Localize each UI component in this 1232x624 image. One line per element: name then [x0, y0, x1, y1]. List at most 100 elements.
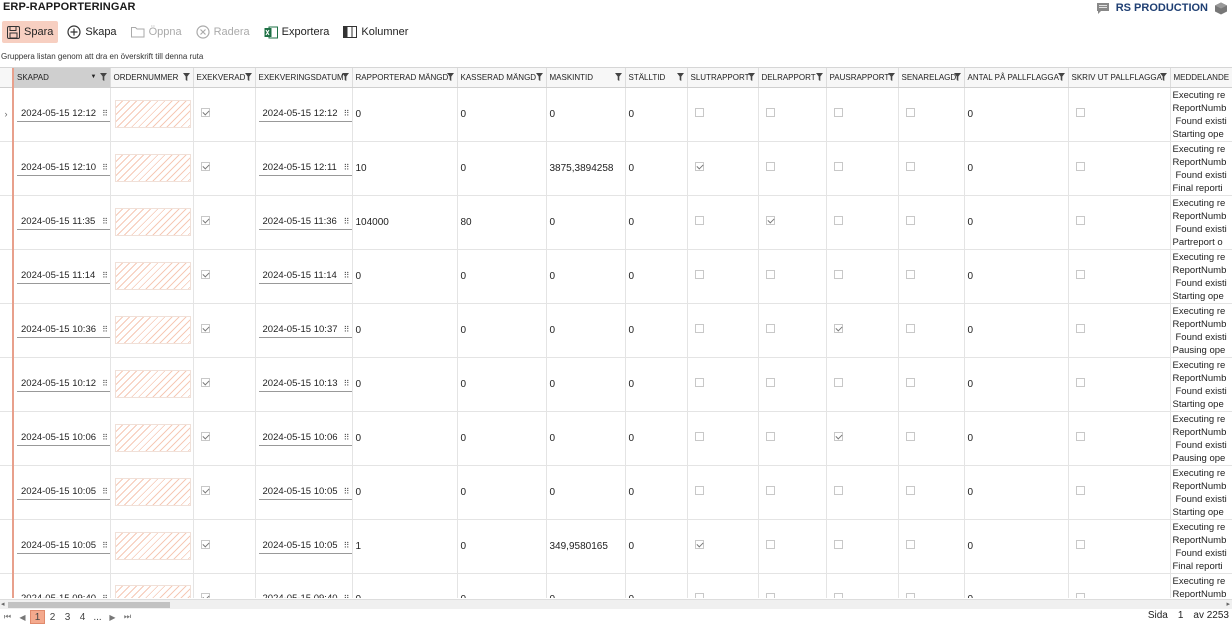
filter-icon[interactable] [1057, 73, 1065, 81]
cell-maskintid[interactable]: 0 [546, 195, 626, 250]
header-antal-pallflagga[interactable]: ANTAL PÅ PALLFLAGGA [964, 68, 1069, 88]
cell-skriv-ut-pallflagga[interactable] [1068, 87, 1171, 142]
senarelagd-checkbox[interactable] [905, 593, 915, 598]
cell-stalltid[interactable]: 0 [625, 87, 688, 142]
cell-skapad[interactable]: 2024-05-15 10:06 ⠿ [13, 411, 111, 466]
row-indicator[interactable] [0, 357, 14, 412]
date-field[interactable]: 2024-05-15 11:36 ⠿ [258, 214, 351, 230]
cell-stalltid[interactable]: 0 [625, 465, 688, 520]
cell-skapad[interactable]: 2024-05-15 10:12 ⠿ [13, 357, 111, 412]
date-field[interactable]: 2024-05-15 09:40 ⠿ [17, 591, 109, 598]
cell-delrapport[interactable] [758, 465, 827, 520]
cell-antal-pallflagga[interactable]: 0 [964, 465, 1069, 520]
cell-pausrapport[interactable] [826, 249, 899, 304]
export-button[interactable]: Exportera [259, 21, 335, 43]
cell-pausrapport[interactable] [826, 573, 899, 598]
cell-skapad[interactable]: 2024-05-15 09:40 ⠿ [13, 573, 111, 598]
skriv-checkbox[interactable] [1075, 324, 1085, 333]
exekverad-checkbox[interactable] [200, 162, 210, 171]
exekverad-checkbox[interactable] [200, 270, 210, 279]
filter-icon[interactable] [244, 73, 252, 81]
scroll-right-icon[interactable]: ▸ [1226, 600, 1230, 608]
cell-pausrapport[interactable] [826, 303, 899, 358]
cell-exekverad[interactable] [193, 573, 256, 598]
pausrapport-checkbox[interactable] [833, 216, 843, 225]
exekverad-checkbox[interactable] [200, 108, 210, 117]
date-field[interactable]: 2024-05-15 10:13 ⠿ [258, 376, 351, 392]
cell-senarelagd[interactable] [898, 519, 965, 574]
cell-ordernummer[interactable] [110, 195, 194, 250]
cell-skapad[interactable]: 2024-05-15 12:12 ⠿ [13, 87, 111, 142]
table-row[interactable]: 2024-05-15 11:14 ⠿ 2024-05-15 11:14 ⠿ 0 0 0 0 0 E… [0, 249, 1232, 304]
cell-exekveringsdatum[interactable]: 2024-05-15 10:06 ⠿ [255, 411, 353, 466]
calendar-icon[interactable]: ⠿ [344, 271, 350, 280]
cell-slutrapport[interactable] [687, 411, 759, 466]
cell-delrapport[interactable] [758, 573, 827, 598]
filter-icon[interactable] [446, 73, 454, 81]
table-row[interactable]: 2024-05-15 11:35 ⠿ 2024-05-15 11:36 ⠿ 104000… [0, 195, 1232, 250]
calendar-icon[interactable]: ⠿ [344, 541, 350, 550]
cell-ordernummer[interactable] [110, 141, 194, 196]
row-indicator[interactable] [0, 465, 14, 520]
cell-maskintid[interactable]: 0 [546, 465, 626, 520]
cell-meddelande[interactable]: Executing re ReportNumb Found existi Starti… [1170, 249, 1232, 304]
cell-kasserad[interactable]: 0 [457, 87, 547, 142]
cell-kasserad[interactable]: 0 [457, 573, 547, 598]
table-row[interactable]: 2024-05-15 10:05 ⠿ 2024-05-15 10:05 ⠿ 0 0 0 0 0 E… [0, 465, 1232, 520]
cell-maskintid[interactable]: 0 [546, 87, 626, 142]
cell-delrapport[interactable] [758, 357, 827, 412]
senarelagd-checkbox[interactable] [905, 324, 915, 333]
cell-ordernummer[interactable] [110, 87, 194, 142]
date-field[interactable]: 2024-05-15 10:05 ⠿ [258, 484, 351, 500]
cell-pausrapport[interactable] [826, 465, 899, 520]
cell-maskintid[interactable]: 0 [546, 303, 626, 358]
cell-slutrapport[interactable] [687, 357, 759, 412]
cube-icon[interactable] [1214, 2, 1228, 15]
cell-antal-pallflagga[interactable]: 0 [964, 573, 1069, 598]
date-field[interactable]: 2024-05-15 10:06 ⠿ [258, 430, 351, 446]
date-field[interactable]: 2024-05-15 11:35 ⠿ [17, 214, 109, 230]
date-field[interactable]: 2024-05-15 10:36 ⠿ [17, 322, 109, 338]
cell-pausrapport[interactable] [826, 411, 899, 466]
cell-meddelande[interactable]: Executing re ReportNumb Found existi Pausin… [1170, 411, 1232, 466]
cell-delrapport[interactable] [758, 141, 827, 196]
calendar-icon[interactable]: ⠿ [102, 541, 108, 550]
senarelagd-checkbox[interactable] [905, 162, 915, 171]
cell-meddelande[interactable]: Executing reReportNumbFound existi [1170, 573, 1232, 598]
delrapport-checkbox[interactable] [765, 486, 775, 495]
exekverad-checkbox[interactable] [200, 378, 210, 387]
row-indicator[interactable] [0, 141, 14, 196]
cell-delrapport[interactable] [758, 249, 827, 304]
cell-exekveringsdatum[interactable]: 2024-05-15 11:14 ⠿ [255, 249, 353, 304]
cell-skriv-ut-pallflagga[interactable] [1068, 519, 1171, 574]
skriv-checkbox[interactable] [1075, 108, 1085, 117]
exekverad-checkbox[interactable] [200, 486, 210, 495]
cell-skapad[interactable]: 2024-05-15 10:05 ⠿ [13, 465, 111, 520]
columns-button[interactable]: Kolumner [338, 21, 413, 43]
save-button[interactable]: Spara [2, 21, 59, 43]
cell-kasserad[interactable]: 0 [457, 465, 547, 520]
cell-slutrapport[interactable] [687, 573, 759, 598]
exekverad-checkbox[interactable] [200, 216, 210, 225]
next-page-icon[interactable]: ▶ [105, 610, 120, 624]
delrapport-checkbox[interactable] [765, 108, 775, 117]
delrapport-checkbox[interactable] [765, 324, 775, 333]
cell-maskintid[interactable]: 0 [546, 249, 626, 304]
cell-pausrapport[interactable] [826, 141, 899, 196]
cell-exekveringsdatum[interactable]: 2024-05-15 09:40 ⠿ [255, 573, 353, 598]
pausrapport-checkbox[interactable] [833, 162, 843, 171]
slutrapport-checkbox[interactable] [694, 216, 704, 225]
exekverad-checkbox[interactable] [200, 593, 210, 598]
calendar-icon[interactable]: ⠿ [102, 325, 108, 334]
delete-button[interactable]: Radera [191, 21, 255, 43]
cell-delrapport[interactable] [758, 195, 827, 250]
page-number-input[interactable]: 1 [1178, 610, 1184, 621]
cell-skapad[interactable]: 2024-05-15 11:35 ⠿ [13, 195, 111, 250]
delrapport-checkbox[interactable] [765, 593, 775, 598]
cell-ordernummer[interactable] [110, 573, 194, 598]
table-row[interactable]: 2024-05-15 10:12 ⠿ 2024-05-15 10:13 ⠿ 0 0 0 0 0 E… [0, 357, 1232, 412]
cell-ordernummer[interactable] [110, 303, 194, 358]
cell-pausrapport[interactable] [826, 87, 899, 142]
cell-skriv-ut-pallflagga[interactable] [1068, 249, 1171, 304]
table-row[interactable]: 2024-05-15 12:10 ⠿ 2024-05-15 12:11 ⠿ 10 0 387… [0, 141, 1232, 196]
